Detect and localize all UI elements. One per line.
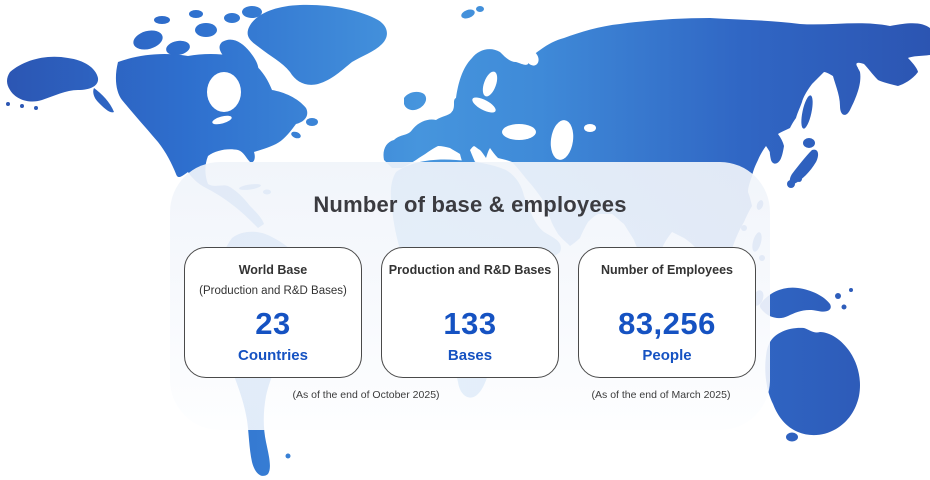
card-title: Production and R&D Bases — [389, 263, 552, 278]
stat-cards-row: World Base (Production and R&D Bases) 23… — [170, 247, 770, 378]
page-title: Number of base & employees — [170, 192, 770, 218]
card-unit: People — [642, 347, 691, 365]
region-tasmania — [786, 433, 798, 442]
black-sea — [502, 124, 536, 140]
card-subtitle: (Production and R&D Bases) — [199, 284, 347, 298]
region-greenland — [248, 5, 387, 85]
card-value: 23 — [255, 307, 290, 341]
stats-panel: Number of base & employees World Base (P… — [170, 162, 770, 430]
hudson-bay — [207, 72, 241, 112]
region-kamchatka — [832, 60, 860, 115]
region-alaska — [7, 57, 98, 102]
card-unit: Bases — [448, 347, 492, 365]
stat-card-world-base: World Base (Production and R&D Bases) 23… — [184, 247, 362, 378]
region-new-guinea — [760, 288, 831, 318]
region-falkland-islands — [286, 454, 291, 459]
region-japan — [787, 138, 818, 188]
region-alaska-panhandle — [93, 88, 114, 112]
footnote-bases-date: (As of the end of October 2025) — [292, 389, 439, 401]
stat-card-production-rd-bases: Production and R&D Bases 133 Bases — [381, 247, 559, 378]
stat-card-employees: Number of Employees 83,256 People — [578, 247, 756, 378]
region-iceland — [404, 92, 426, 110]
card-value: 133 — [443, 307, 496, 341]
card-title: World Base — [239, 263, 308, 278]
aral-sea — [584, 124, 596, 132]
infographic-stage: Number of base & employees World Base (P… — [0, 0, 930, 480]
card-unit: Countries — [238, 347, 308, 365]
card-value: 83,256 — [618, 307, 716, 341]
region-australia — [765, 328, 860, 435]
card-title: Number of Employees — [601, 263, 733, 278]
footnote-employees-date: (As of the end of March 2025) — [592, 389, 731, 401]
region-svalbard — [460, 6, 484, 20]
